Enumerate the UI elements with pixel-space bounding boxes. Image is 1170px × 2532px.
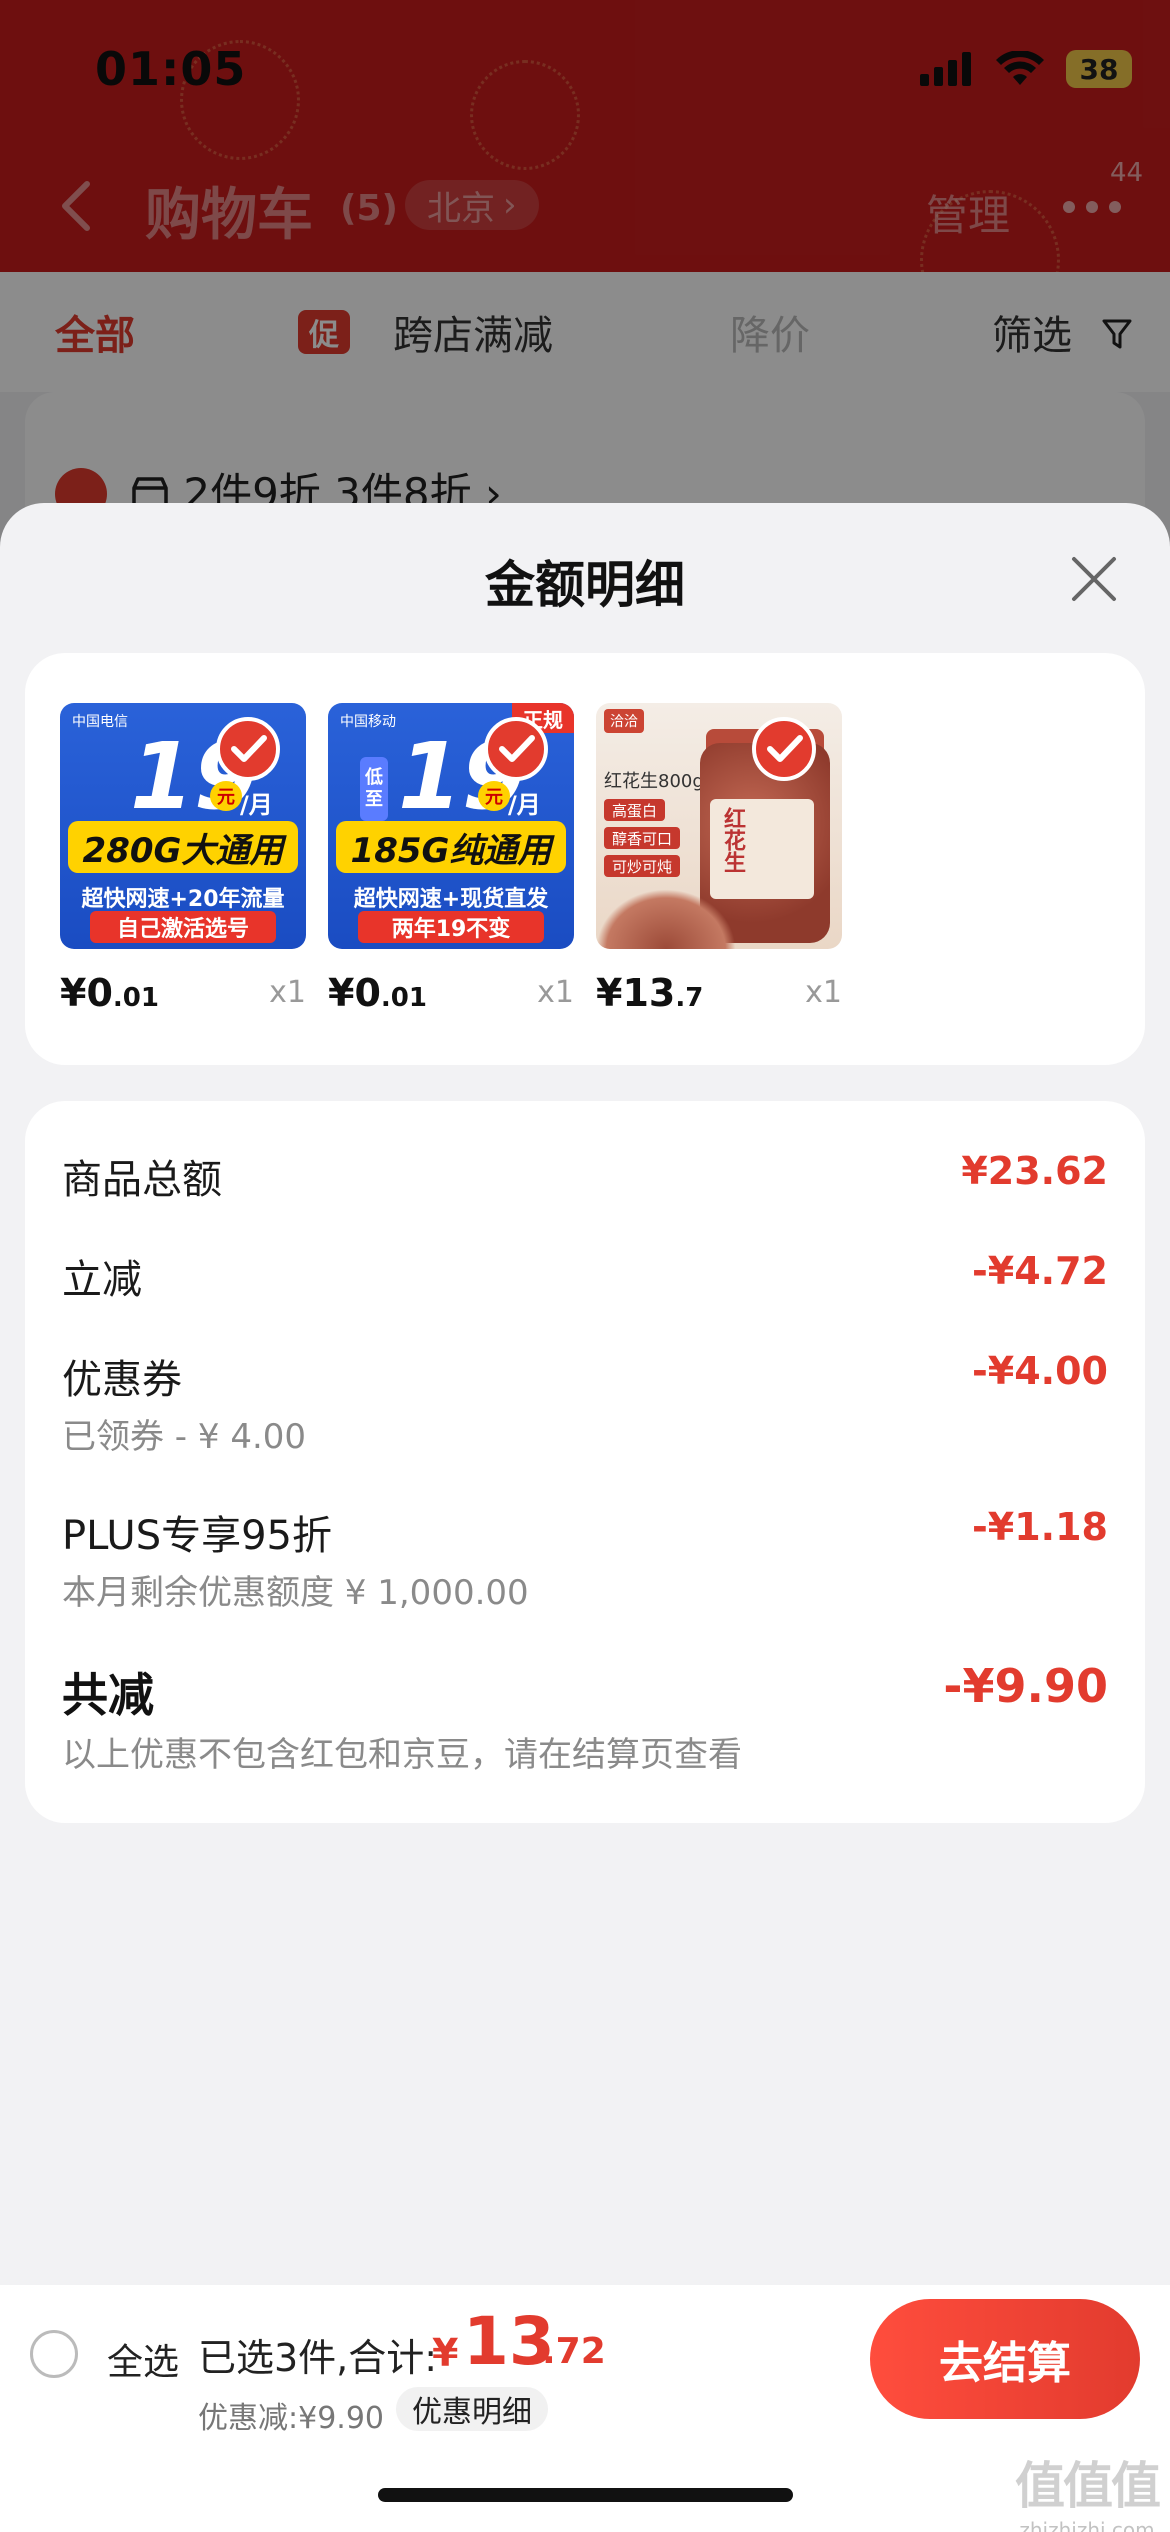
feature-tag: 可炒可炖 — [604, 855, 681, 877]
product-thumbnail: 洽洽 红花生800g 高蛋白 醇香可口 可炒可炖 红花生 — [596, 703, 842, 949]
selected-check-icon — [752, 717, 816, 781]
selected-check-icon — [216, 717, 280, 781]
watermark-logo: 值值值 — [1015, 2457, 1161, 2515]
price-decimal: .7 — [675, 983, 704, 1013]
amount-detail-sheet: 金额明细 中国电信 19 元 /月 280G大通用 超快网速+20年流量 自己激… — [0, 503, 1170, 2532]
selected-summary: 已选3件,合计: — [198, 2336, 438, 2380]
plan-banner: 185G纯通用 — [336, 821, 566, 873]
selected-check-icon — [484, 717, 548, 781]
product-quantity: x1 — [537, 975, 574, 1010]
instant-discount-label: 立减 — [62, 1257, 142, 1303]
product-price: ¥0.01 — [328, 971, 427, 1015]
product-thumbnail: 中国电信 19 元 /月 280G大通用 超快网速+20年流量 自己激活选号 — [60, 703, 306, 949]
brand-logo: 洽洽 — [604, 709, 644, 733]
instant-discount-value: -¥4.72 — [972, 1249, 1108, 1293]
amount-breakdown-card: 商品总额 ¥23.62 立减 -¥4.72 优惠券 -¥4.00 已领券 - ¥… — [25, 1101, 1145, 1823]
price-decimal: .01 — [112, 983, 159, 1013]
jar-label: 红花生 — [710, 799, 814, 899]
watermark-url: zhizhizhi.com — [1019, 2518, 1155, 2532]
product-item[interactable]: 洽洽 红花生800g 高蛋白 醇香可口 可炒可炖 红花生 ¥13.7 x1 — [596, 703, 842, 1015]
low-tag: 低至 — [360, 757, 388, 821]
plan-tag: 自己激活选号 — [90, 911, 276, 943]
product-price: ¥13.7 — [596, 971, 703, 1015]
subtotal-value: ¥23.62 — [961, 1149, 1108, 1193]
selected-products-card: 中国电信 19 元 /月 280G大通用 超快网速+20年流量 自己激活选号 ¥… — [25, 653, 1145, 1065]
carrier-logo: 中国电信 — [72, 714, 128, 730]
jar-label-text: 红花生 — [720, 807, 745, 873]
price-integer: ¥0 — [60, 971, 113, 1015]
product-quantity: x1 — [805, 975, 842, 1010]
coupon-label: 优惠券 — [62, 1357, 182, 1403]
price-integer: ¥13 — [596, 971, 676, 1015]
product-item[interactable]: 中国移动 正规 低至 19 元 /月 185G纯通用 超快网速+现货直发 两年1… — [328, 703, 574, 1015]
sheet-title: 金额明细 — [485, 556, 685, 614]
total-decimal: .72 — [542, 2331, 606, 2372]
plan-slogan: 超快网速+现货直发 — [353, 887, 549, 912]
plus-quota-detail: 本月剩余优惠额度 ¥ 1,000.00 — [62, 1573, 529, 1613]
subtotal-label: 商品总额 — [62, 1157, 222, 1203]
select-all-label[interactable]: 全选 — [107, 2333, 179, 2385]
product-item[interactable]: 中国电信 19 元 /月 280G大通用 超快网速+20年流量 自己激活选号 ¥… — [60, 703, 306, 1015]
discount-note: 以上优惠不包含红包和京豆，请在结算页查看 — [62, 1735, 742, 1775]
plan-yuan: 元 — [478, 781, 510, 811]
plan-slogan: 超快网速+20年流量 — [81, 887, 285, 912]
coupon-value: -¥4.00 — [972, 1349, 1108, 1393]
select-all-checkbox[interactable] — [30, 2330, 78, 2378]
site-watermark: 值值值 zhizhizhi.com — [1012, 2446, 1162, 2532]
total-currency: ¥ — [432, 2331, 459, 2375]
plan-month: /月 — [508, 791, 541, 819]
plan-month: /月 — [240, 791, 273, 819]
product-label: 红花生800g — [604, 771, 704, 792]
plus-discount-value: -¥1.18 — [972, 1505, 1108, 1549]
total-discount-value: -¥9.90 — [943, 1659, 1108, 1713]
feature-tag: 醇香可口 — [604, 827, 681, 849]
plan-tag: 两年19不变 — [358, 911, 544, 943]
product-thumbnail: 中国移动 正规 低至 19 元 /月 185G纯通用 超快网速+现货直发 两年1… — [328, 703, 574, 949]
price-integer: ¥0 — [328, 971, 381, 1015]
price-decimal: .01 — [380, 983, 427, 1013]
plan-banner: 280G大通用 — [68, 821, 298, 873]
home-indicator — [378, 2488, 793, 2502]
discount-summary: 优惠减:¥9.90 — [198, 2401, 384, 2436]
checkout-button[interactable]: 去结算 — [870, 2299, 1140, 2419]
total-discount-label: 共减 — [62, 1668, 154, 1722]
product-price: ¥0.01 — [60, 971, 159, 1015]
discount-detail-button[interactable]: 优惠明细 — [396, 2387, 548, 2431]
plan-yuan: 元 — [210, 781, 242, 811]
coupon-detail: 已领券 - ¥ 4.00 — [62, 1417, 307, 1457]
close-icon[interactable] — [1068, 553, 1120, 605]
plus-discount-label: PLUS专享95折 — [62, 1513, 332, 1559]
feature-tag: 高蛋白 — [604, 799, 666, 821]
product-quantity: x1 — [269, 975, 306, 1010]
peanut-pile — [596, 889, 736, 949]
carrier-logo: 中国移动 — [340, 714, 396, 730]
